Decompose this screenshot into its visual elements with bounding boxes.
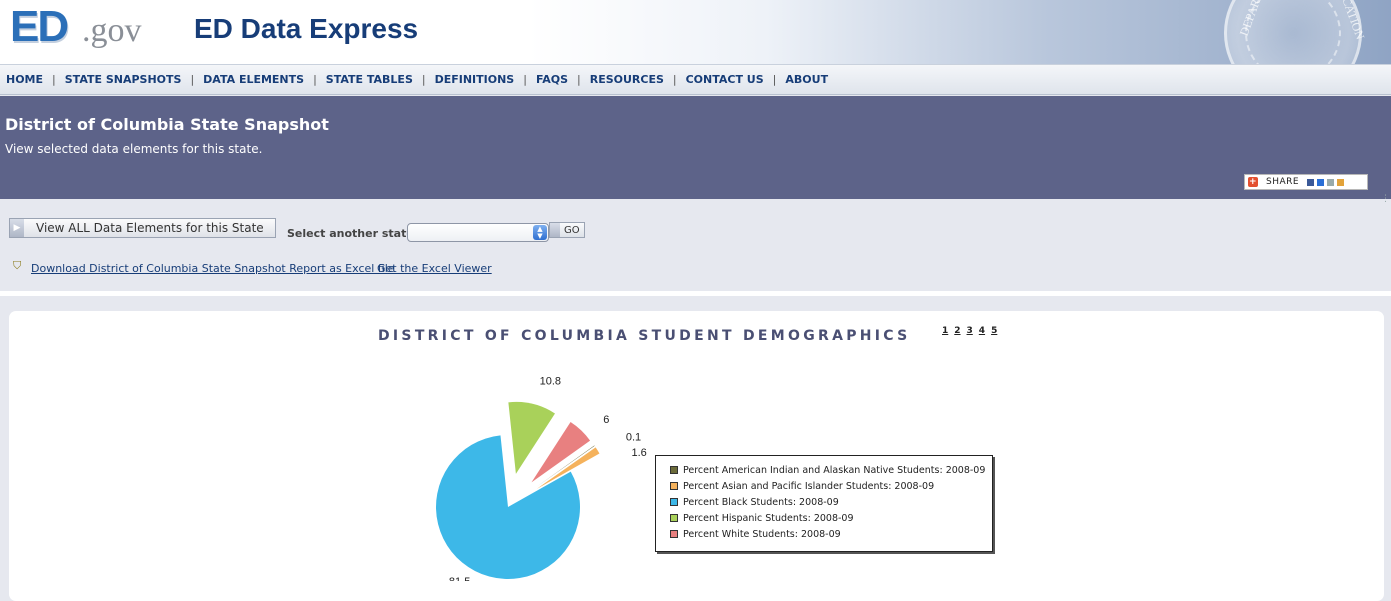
excel-file-icon: ⛉: [13, 259, 22, 272]
site-header: ED .gov ED Data Express DEPART CATION: [0, 0, 1391, 64]
legend-item: Percent Black Students: 2008-09: [670, 494, 992, 510]
nav-separator: |: [52, 73, 56, 86]
nav-item-data-elements[interactable]: DATA ELEMENTS: [203, 73, 304, 86]
legend-swatch: [670, 482, 678, 490]
nav-item-definitions[interactable]: DEFINITIONS: [435, 73, 515, 86]
nav-item-state-tables[interactable]: STATE TABLES: [326, 73, 413, 86]
legend-item: Percent Hispanic Students: 2008-09: [670, 510, 992, 526]
share-button[interactable]: + SHARE: [1244, 174, 1368, 190]
legend-label: Percent Black Students: 2008-09: [683, 496, 839, 508]
page-banner: District of Columbia State Snapshot View…: [0, 96, 1391, 204]
nav-item-resources[interactable]: RESOURCES: [590, 73, 664, 86]
nav-separator: |: [672, 73, 677, 86]
legend-swatch: [670, 530, 678, 538]
main-navigation: HOME | STATE SNAPSHOTS | DATA ELEMENTS | STATE…: [0, 64, 1391, 95]
nav-item-about[interactable]: ABOUT: [785, 73, 828, 86]
download-excel-link[interactable]: Download District of Columbia State Snap…: [31, 262, 395, 275]
plus-icon: +: [1248, 177, 1258, 187]
nav-separator: |: [523, 73, 527, 86]
legend-item: Percent White Students: 2008-09: [670, 526, 992, 542]
favorites-icon: [1337, 178, 1345, 186]
ed-gov-logo-suffix[interactable]: .gov: [82, 12, 142, 50]
chart-legend: Percent American Indian and Alaskan Nati…: [655, 455, 993, 552]
legend-label: Percent Hispanic Students: 2008-09: [683, 512, 854, 524]
nav-item-contact-us[interactable]: CONTACT US: [686, 73, 764, 86]
pie-data-label: 0.1: [626, 431, 641, 443]
site-title[interactable]: ED Data Express: [194, 13, 418, 45]
social-icons: [1307, 178, 1345, 186]
pie-data-label: 1.6: [631, 447, 646, 459]
share-label: SHARE: [1266, 177, 1300, 187]
nav-list: HOME | STATE SNAPSHOTS | DATA ELEMENTS | STATE…: [6, 73, 828, 86]
page-subtitle: View selected data elements for this sta…: [5, 142, 263, 156]
legend-label: Percent Asian and Pacific Islander Stude…: [683, 480, 935, 492]
legend-swatch: [670, 498, 678, 506]
updown-arrows-icon: ▲ ▼: [533, 225, 547, 240]
nav-separator: |: [313, 73, 317, 86]
arrow-right-icon: [550, 223, 560, 237]
digg-icon: [1327, 178, 1335, 186]
nav-item-home[interactable]: HOME: [6, 73, 43, 86]
legend-item: Percent Asian and Pacific Islander Stude…: [670, 478, 992, 494]
excel-viewer-link[interactable]: Get the Excel Viewer: [377, 262, 492, 275]
nav-separator: |: [190, 73, 195, 86]
seal-text-right: CATION: [1339, 0, 1368, 42]
nav-separator: |: [421, 73, 426, 86]
state-select[interactable]: ▲ ▼: [407, 223, 549, 242]
pie-data-label: 81.5: [449, 576, 470, 581]
go-label: GO: [564, 224, 580, 236]
view-all-label: View ALL Data Elements for this State: [36, 221, 264, 235]
department-seal-icon: DEPART CATION: [1224, 0, 1368, 64]
go-button[interactable]: GO: [549, 222, 585, 238]
legend-label: Percent White Students: 2008-09: [683, 528, 841, 540]
facebook-icon: [1307, 178, 1315, 186]
nav-item-faqs[interactable]: FAQS: [536, 73, 568, 86]
nav-separator: |: [772, 73, 777, 86]
page-title: District of Columbia State Snapshot: [5, 115, 329, 134]
select-state-label: Select another state:: [287, 227, 419, 240]
ed-gov-logo[interactable]: ED: [10, 2, 69, 52]
pie-data-label: 6: [603, 414, 609, 426]
view-all-data-elements-button[interactable]: ▶ View ALL Data Elements for this State: [9, 218, 276, 238]
snapshot-controls: ▶ View ALL Data Elements for this State …: [0, 203, 1391, 291]
pie-data-label: 10.8: [540, 375, 561, 387]
arrow-right-icon: ▶: [10, 219, 24, 237]
legend-swatch: [670, 514, 678, 522]
nav-item-state-snapshots[interactable]: STATE SNAPSHOTS: [65, 73, 182, 86]
legend-label: Percent American Indian and Alaskan Nati…: [683, 464, 986, 476]
legend-item: Percent American Indian and Alaskan Nati…: [670, 462, 992, 478]
nav-separator: |: [577, 73, 581, 86]
legend-swatch: [670, 466, 678, 474]
delicious-icon: [1317, 178, 1325, 186]
